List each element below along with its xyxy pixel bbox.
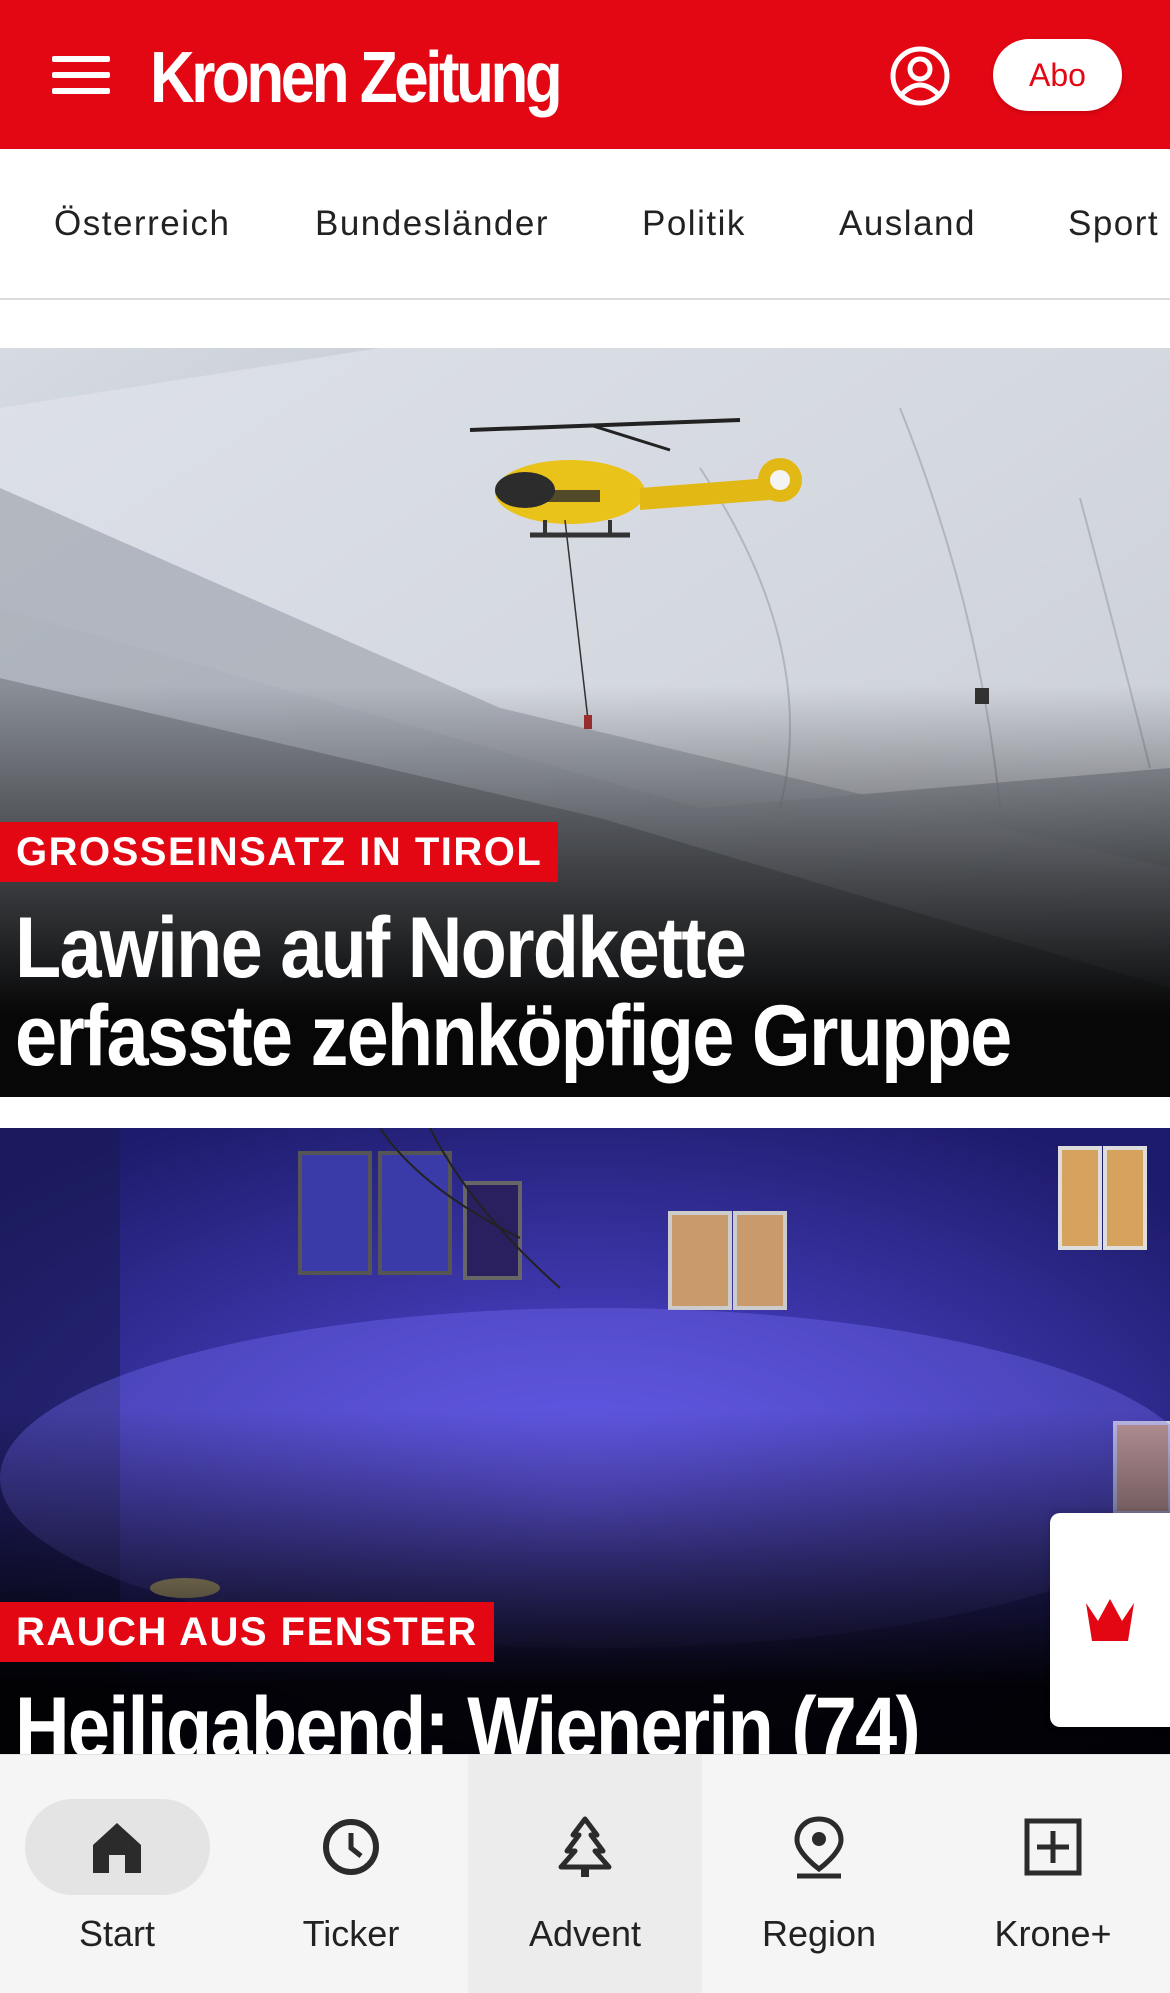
article-card[interactable]: RAUCH AUS FENSTER Heiligabend: Wienerin …	[0, 1128, 1170, 1754]
article-kicker: RAUCH AUS FENSTER	[0, 1602, 494, 1662]
krone-floating-button[interactable]	[1050, 1513, 1170, 1727]
nav-region[interactable]: Region	[702, 1755, 936, 1993]
category-oesterreich[interactable]: Österreich	[54, 149, 230, 298]
krone-crown-icon	[1086, 1599, 1134, 1641]
article-title-line: Lawine auf Nordkette	[15, 900, 747, 996]
location-pin-icon	[794, 1816, 844, 1879]
article-kicker: GROSSEINSATZ IN TIROL	[0, 822, 559, 882]
bottom-navigation: Start Ticker Advent Region Krone+	[0, 1754, 1170, 1993]
category-bundeslaender[interactable]: Bundesländer	[315, 149, 549, 298]
clock-icon	[323, 1819, 379, 1875]
nav-start[interactable]: Start	[0, 1755, 234, 1993]
nav-kroneplus[interactable]: Krone+	[936, 1755, 1170, 1993]
user-account-icon[interactable]	[888, 44, 952, 108]
menu-icon[interactable]	[52, 52, 110, 98]
nav-ticker[interactable]: Ticker	[234, 1755, 468, 1993]
nav-label: Advent	[528, 1913, 642, 1954]
category-ausland[interactable]: Ausland	[839, 149, 976, 298]
category-sport[interactable]: Sport	[1068, 149, 1159, 298]
article-title-line: Heiligabend: Wienerin (74)	[15, 1680, 921, 1754]
tree-icon	[558, 1816, 612, 1877]
nav-label: Ticker	[302, 1913, 400, 1954]
category-nav: Österreich Bundesländer Politik Ausland …	[0, 149, 1170, 300]
subscribe-button[interactable]: Abo	[993, 39, 1122, 111]
nav-label: Start	[78, 1913, 156, 1954]
logo[interactable]: Kronen Zeitung	[150, 38, 563, 118]
article-title-line: erfasste zehnköpfige Gruppe	[15, 988, 1012, 1084]
nav-label: Krone+	[994, 1913, 1112, 1954]
nav-label: Region	[761, 1913, 877, 1954]
top-app-bar: Kronen Zeitung Abo	[0, 0, 1170, 149]
category-politik[interactable]: Politik	[642, 149, 746, 298]
article-card[interactable]: GROSSEINSATZ IN TIROL Lawine auf Nordket…	[0, 348, 1170, 1097]
home-icon	[93, 1823, 141, 1873]
nav-advent[interactable]: Advent	[468, 1755, 702, 1993]
plus-box-icon	[1024, 1818, 1082, 1876]
